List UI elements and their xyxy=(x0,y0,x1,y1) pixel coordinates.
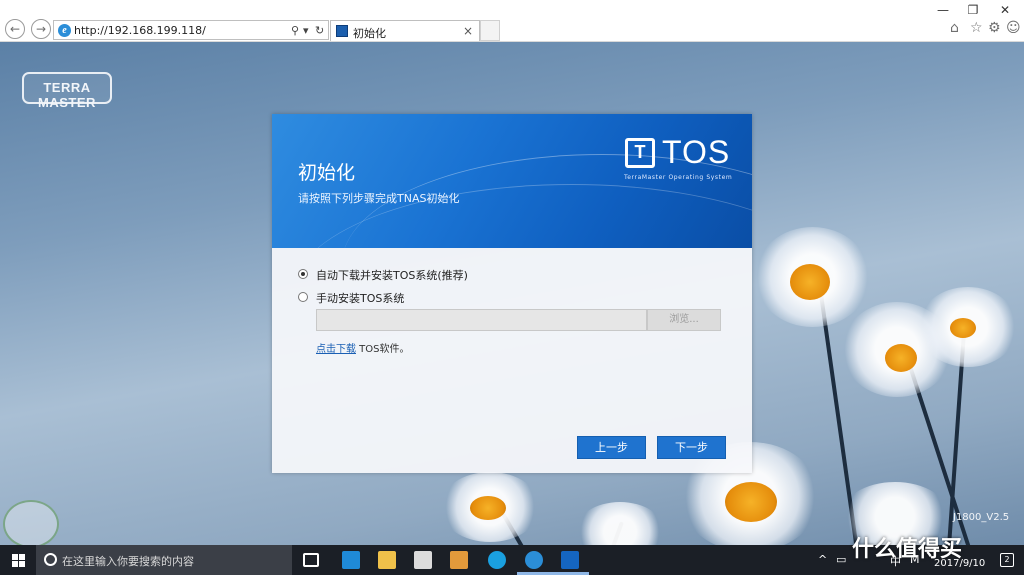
internet-explorer-icon[interactable] xyxy=(525,551,543,569)
previous-step-button[interactable]: 上一步 xyxy=(577,436,646,459)
windows-logo-icon xyxy=(12,554,18,560)
terramaster-app-icon[interactable] xyxy=(561,551,579,569)
tab-title: 初始化 xyxy=(353,27,386,40)
download-hint: 点击下载 TOS软件。 xyxy=(316,340,410,355)
daisy-center xyxy=(885,344,917,372)
gear-icon[interactable]: ⚙ xyxy=(988,20,1001,36)
next-step-button[interactable]: 下一步 xyxy=(657,436,726,459)
option-label: 手动安装TOS系统 xyxy=(316,292,405,305)
search-placeholder: 在这里输入你要搜索的内容 xyxy=(62,555,194,568)
tos-logo-icon: T xyxy=(625,138,655,168)
arrow-left-icon: ← xyxy=(9,22,21,36)
kugou-icon[interactable] xyxy=(488,551,506,569)
version-label: J1800_V2.5 xyxy=(953,512,1010,523)
dropdown-icon[interactable]: ▾ xyxy=(303,24,309,37)
tab-close-icon[interactable]: × xyxy=(463,24,473,38)
media-player-icon[interactable] xyxy=(450,551,468,569)
radio-manual-install[interactable] xyxy=(298,292,308,302)
file-explorer-icon[interactable] xyxy=(378,551,396,569)
minimize-button[interactable]: — xyxy=(928,2,958,18)
tray-chevron-icon[interactable]: ^ xyxy=(818,553,827,566)
daisy-center xyxy=(470,496,506,520)
ie-page-icon: e xyxy=(58,24,71,37)
new-tab-button[interactable] xyxy=(480,20,500,41)
restore-button[interactable]: ❐ xyxy=(958,2,988,18)
tab-initialize[interactable]: 初始化 × xyxy=(330,20,480,41)
init-dialog: 初始化 请按照下列步骤完成TNAS初始化 T TOS TerraMaster O… xyxy=(272,114,752,473)
home-icon[interactable]: ⌂ xyxy=(950,20,959,36)
star-icon[interactable]: ☆ xyxy=(970,20,983,36)
daisy-center xyxy=(725,482,777,522)
taskbar-search[interactable]: 在这里输入你要搜索的内容 xyxy=(36,545,292,575)
daisy-center xyxy=(950,318,976,338)
task-view-icon[interactable] xyxy=(303,553,319,567)
close-button[interactable]: ✕ xyxy=(990,2,1020,18)
browser-chrome: — ❐ ✕ ← → e http://192.168.199.118/ ⚲ ▾ … xyxy=(0,0,1024,42)
back-button[interactable]: ← xyxy=(5,19,25,39)
tos-tagline: TerraMaster Operating System xyxy=(624,174,733,181)
browse-button[interactable]: 浏览... xyxy=(647,309,721,331)
site-watermark: 什么值得买 xyxy=(852,537,963,562)
address-bar[interactable]: e http://192.168.199.118/ ⚲ ▾ ↻ xyxy=(53,20,329,40)
dialog-subtitle: 请按照下列步骤完成TNAS初始化 xyxy=(298,192,460,205)
radio-auto-install[interactable] xyxy=(298,269,308,279)
refresh-icon[interactable]: ↻ xyxy=(315,24,324,37)
arrow-right-icon: → xyxy=(35,22,47,36)
notification-center-icon[interactable]: 2 xyxy=(1000,553,1014,567)
dialog-title: 初始化 xyxy=(298,162,356,184)
download-suffix: TOS软件。 xyxy=(356,344,410,355)
tos-brand-name: TOS xyxy=(662,134,731,170)
terramaster-logo: TERRA MASTER xyxy=(22,72,112,110)
forward-button[interactable]: → xyxy=(31,19,51,39)
url-text[interactable]: http://192.168.199.118/ xyxy=(74,24,206,37)
daisy-center xyxy=(790,264,830,300)
cortana-icon xyxy=(44,553,57,566)
smiley-icon[interactable]: ☺ xyxy=(1006,20,1021,36)
watermark-seal xyxy=(3,500,59,545)
store-icon[interactable] xyxy=(414,551,432,569)
search-icon[interactable]: ⚲ xyxy=(291,24,299,37)
dialog-header: 初始化 请按照下列步骤完成TNAS初始化 T TOS TerraMaster O… xyxy=(272,114,752,248)
daisy-flower xyxy=(575,502,665,545)
start-button[interactable] xyxy=(0,545,36,575)
file-path-input[interactable] xyxy=(316,309,647,331)
tab-favicon-icon xyxy=(336,25,348,37)
download-link[interactable]: 点击下载 xyxy=(316,344,356,355)
battery-icon[interactable]: ▭ xyxy=(836,553,846,566)
option-label: 自动下载并安装TOS系统(推荐) xyxy=(316,269,468,282)
edge-icon[interactable] xyxy=(342,551,360,569)
